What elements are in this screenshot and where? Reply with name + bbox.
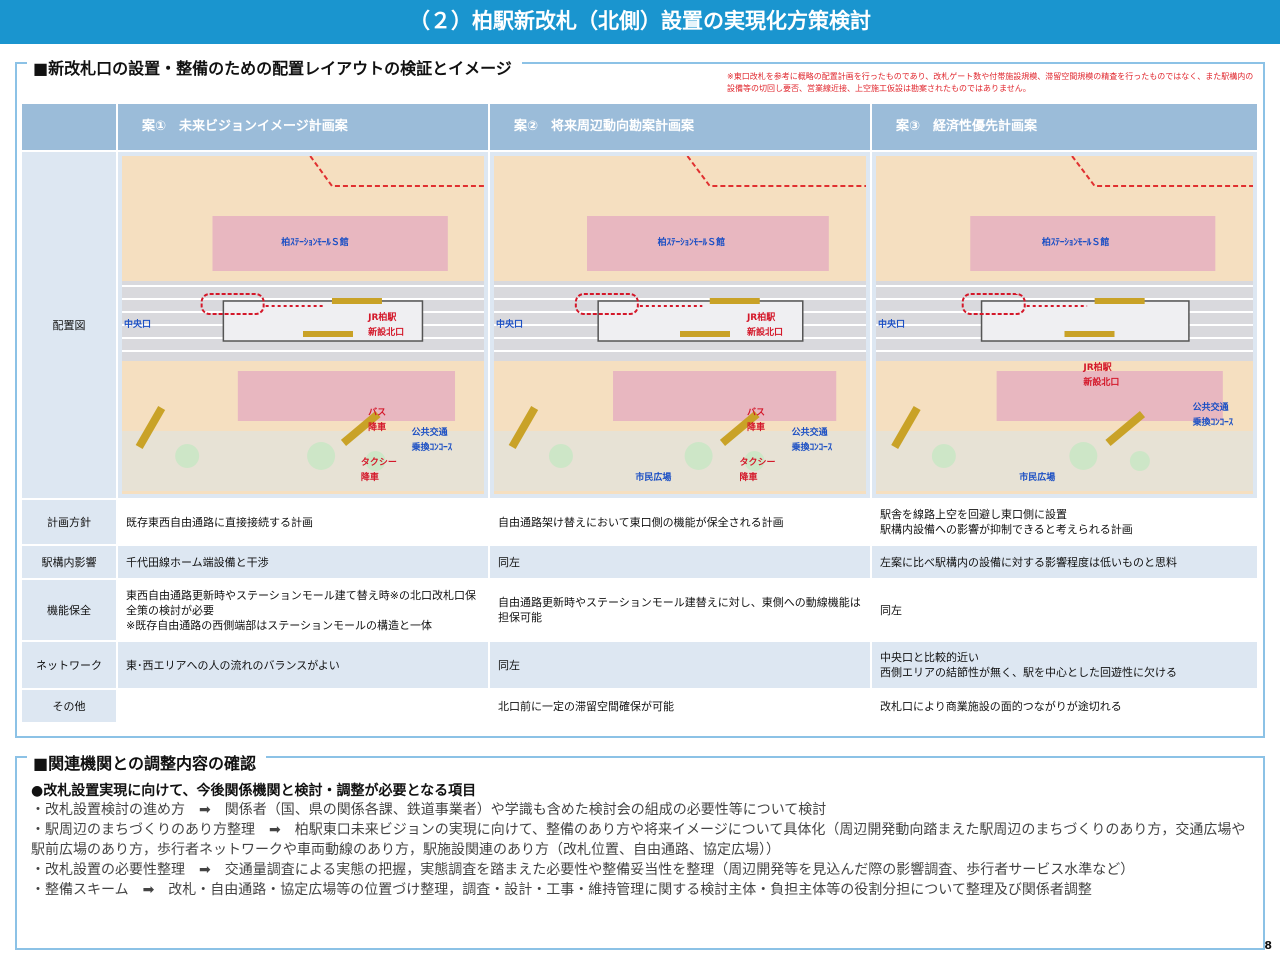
map-cell: 柏ｽﾃｰｼｮﾝﾓｰﾙＳ館中央口 JR柏駅 新設北口公共交通 乗換ｺﾝｺｰｽ 市民広場… bbox=[490, 152, 870, 498]
layout-section-title: ■新改札口の設置・整備のための配置レイアウトの検証とイメージ bbox=[27, 55, 522, 79]
map-cell: 柏ｽﾃｰｼｮﾝﾓｰﾙＳ館中央口 JR柏駅 新設北口公共交通 乗換ｺﾝｺｰｽ 市民広場 bbox=[872, 152, 1257, 498]
tree bbox=[175, 444, 200, 468]
page-title: （２）柏駅新改札（北側）設置の実現化方策検討 bbox=[0, 0, 1280, 44]
list-item: ・整備スキーム ➡ 改札・自由通路・協定広場等の位置づけ整理，調査・設計・工事・… bbox=[31, 882, 1092, 898]
table-row: 駅構内影響 千代田線ホーム端設備と干渉 同左 左案に比べ駅構内の設備に対する影響… bbox=[22, 546, 1257, 578]
bus-label: バス 降車 bbox=[746, 408, 765, 433]
table-cell: 同左 bbox=[872, 580, 1257, 640]
table-cell: 東西自由通路更新時やステーションモール建て替え時※の北口改札口保全策の検討が必要… bbox=[118, 580, 488, 640]
table-cell: 改札口により商業施設の面的つながりが途切れる bbox=[872, 690, 1257, 722]
table-cell: 中央口と比較的近い 西側エリアの結節性が無く、駅を中心とした回遊性に欠ける bbox=[872, 642, 1257, 688]
stair bbox=[1094, 298, 1145, 304]
tree bbox=[548, 444, 573, 468]
table-cell: 同左 bbox=[490, 546, 870, 578]
coordination-list: ・改札設置検討の進め方 ➡ 関係者（国、県の関係各課、鉄道事業者）や学識も含めた… bbox=[31, 800, 1253, 900]
lower-building bbox=[237, 371, 456, 421]
header-plan-2: 案② 将来周辺動向勘案計画案 bbox=[490, 104, 870, 150]
table-row: 機能保全 東西自由通路更新時やステーションモール建て替え時※の北口改札口保全策の… bbox=[22, 580, 1257, 640]
tree bbox=[307, 442, 336, 470]
central-exit-label: 中央口 bbox=[878, 320, 906, 330]
map-drawing bbox=[876, 156, 1253, 494]
tree bbox=[684, 442, 713, 470]
table-cell: 同左 bbox=[490, 642, 870, 688]
disclaimer-note: ※東口改札を参考に概略の配置計画を行ったものであり、改札ゲート数や付帯施設規模、… bbox=[727, 72, 1254, 93]
layout-panel: ■新改札口の設置・整備のための配置レイアウトの検証とイメージ ※東口改札を参考に… bbox=[15, 55, 1265, 738]
table-cell: 駅舎を線路上空を回避し東口側に設置 駅構内設備への影響が抑制できると考えられる計… bbox=[872, 500, 1257, 544]
stair bbox=[331, 298, 382, 304]
transit-concourse-label: 公共交通 乗換ｺﾝｺｰｽ bbox=[1192, 403, 1234, 428]
layout-map-3: 柏ｽﾃｰｼｮﾝﾓｰﾙＳ館中央口 JR柏駅 新設北口公共交通 乗換ｺﾝｺｰｽ 市民広場 bbox=[876, 156, 1253, 494]
table-cell: 左案に比べ駅構内の設備に対する影響程度は低いものと思料 bbox=[872, 546, 1257, 578]
row-label: ネットワーク bbox=[22, 642, 116, 688]
table-row: その他 北口前に一定の滞留空間確保が可能 改札口により商業施設の面的つながりが途… bbox=[22, 690, 1257, 722]
header-plan-1: 案① 未来ビジョンイメージ計画案 bbox=[118, 104, 488, 150]
tree bbox=[1069, 442, 1098, 470]
tree bbox=[931, 444, 956, 468]
header-blank-cell bbox=[22, 104, 116, 150]
row-label: その他 bbox=[22, 690, 116, 722]
mall-label: 柏ｽﾃｰｼｮﾝﾓｰﾙＳ館 bbox=[657, 238, 726, 248]
stair bbox=[303, 331, 353, 337]
new-gate-label: JR柏駅 新設北口 bbox=[368, 313, 405, 338]
table-header-row: 案① 未来ビジョンイメージ計画案 案② 将来周辺動向勘案計画案 案③ 経済性優先… bbox=[22, 104, 1257, 150]
lower-building bbox=[613, 371, 837, 421]
table-row: 計画方針 既存東西自由通路に直接接続する計画 自由通路架け替えにおいて東口側の機… bbox=[22, 500, 1257, 544]
layout-map-2: 柏ｽﾃｰｼｮﾝﾓｰﾙＳ館中央口 JR柏駅 新設北口公共交通 乗換ｺﾝｺｰｽ 市民広場… bbox=[494, 156, 866, 494]
table-cell: 千代田線ホーム端設備と干渉 bbox=[118, 546, 488, 578]
table-cell: 北口前に一定の滞留空間確保が可能 bbox=[490, 690, 870, 722]
new-gate-label: JR柏駅 新設北口 bbox=[746, 313, 783, 338]
header-plan-3: 案③ 経済性優先計画案 bbox=[872, 104, 1257, 150]
mall-label: 柏ｽﾃｰｼｮﾝﾓｰﾙＳ館 bbox=[1041, 238, 1110, 248]
transit-concourse-label: 公共交通 乗換ｺﾝｺｰｽ bbox=[791, 428, 833, 453]
coordination-headline: ●改札設置実現に向けて、今後関係機関と検討・調整が必要となる項目 bbox=[31, 783, 477, 799]
mall-label: 柏ｽﾃｰｼｮﾝﾓｰﾙＳ館 bbox=[281, 238, 349, 248]
stair bbox=[680, 331, 730, 337]
plaza-area bbox=[876, 431, 1253, 491]
list-item: ・駅周辺のまちづくりのあり方整理 ➡ 柏駅東口未来ビジョンの実現に向けて、整備の… bbox=[31, 822, 1246, 858]
stair bbox=[1064, 331, 1115, 337]
table-cell: 自由通路架け替えにおいて東口側の機能が保全される計画 bbox=[490, 500, 870, 544]
page-number: 8 bbox=[1264, 939, 1272, 952]
bus-label: バス 降車 bbox=[368, 408, 387, 433]
list-item: ・改札設置検討の進め方 ➡ 関係者（国、県の関係各課、鉄道事業者）や学識も含めた… bbox=[31, 802, 827, 818]
layout-map-1: 柏ｽﾃｰｼｮﾝﾓｰﾙＳ館中央口 JR柏駅 新設北口公共交通 乗換ｺﾝｺｰｽ バス 降… bbox=[122, 156, 484, 494]
plaza-label: 市民広場 bbox=[1019, 473, 1056, 483]
central-exit-label: 中央口 bbox=[124, 320, 152, 330]
table-row: ネットワーク 東･西エリアへの人の流れのバランスがよい 同左 中央口と比較的近い… bbox=[22, 642, 1257, 688]
plaza-label: 市民広場 bbox=[635, 473, 672, 483]
map-cell: 柏ｽﾃｰｼｮﾝﾓｰﾙＳ館中央口 JR柏駅 新設北口公共交通 乗換ｺﾝｺｰｽ バス 降… bbox=[118, 152, 488, 498]
list-item: ・改札設置の必要性整理 ➡ 交通量調査による実態の把握，実態調査を踏まえた必要性… bbox=[31, 862, 1135, 878]
coordination-panel: ■関連機関との調整内容の確認 ●改札設置実現に向けて、今後関係機関と検討・調整が… bbox=[15, 750, 1265, 950]
transit-concourse-label: 公共交通 乗換ｺﾝｺｰｽ bbox=[411, 428, 453, 453]
table-cell: 既存東西自由通路に直接接続する計画 bbox=[118, 500, 488, 544]
row-label: 機能保全 bbox=[22, 580, 116, 640]
row-label: 駅構内影響 bbox=[22, 546, 116, 578]
new-gate-label: JR柏駅 新設北口 bbox=[1083, 363, 1120, 388]
taxi-label: タクシー 降車 bbox=[739, 458, 776, 483]
taxi-label: タクシー 降車 bbox=[360, 458, 397, 483]
table-cell: 東･西エリアへの人の流れのバランスがよい bbox=[118, 642, 488, 688]
central-exit-label: 中央口 bbox=[496, 320, 524, 330]
map-row: 配置図 柏ｽﾃｰｼｮﾝﾓｰﾙＳ館中央口 JR柏駅 新設北口公共交通 乗換ｺﾝｺｰｽ… bbox=[22, 152, 1257, 498]
coordination-section-title: ■関連機関との調整内容の確認 bbox=[27, 750, 266, 774]
stair bbox=[709, 298, 760, 304]
table-cell: 自由通路更新時やステーションモール建替えに対し、東側への動線機能は担保可能 bbox=[490, 580, 870, 640]
row-label: 配置図 bbox=[22, 152, 116, 498]
row-label: 計画方針 bbox=[22, 500, 116, 544]
tree bbox=[1129, 451, 1150, 471]
table-cell bbox=[118, 690, 488, 722]
